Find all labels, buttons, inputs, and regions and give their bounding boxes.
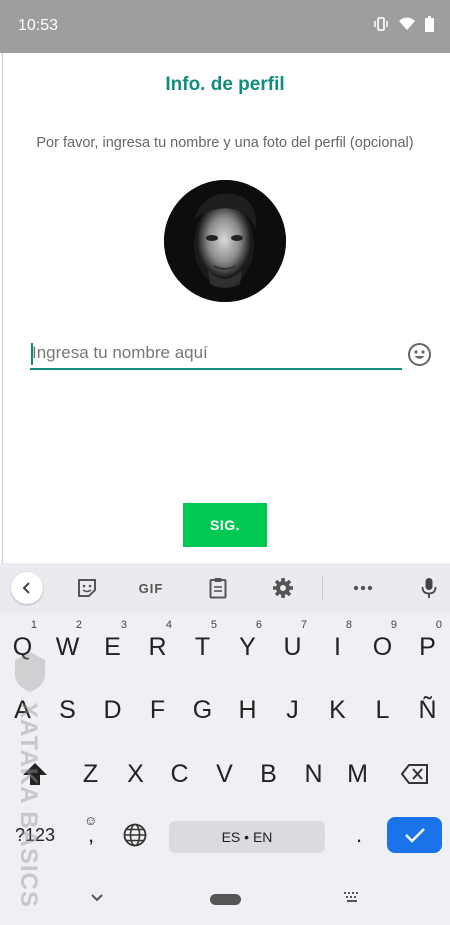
wifi-icon	[399, 17, 415, 36]
key-f[interactable]: F	[135, 680, 180, 740]
key-number: 4	[165, 619, 172, 631]
key-row-3: Z X C V B N M	[0, 744, 450, 804]
keyboard-back-button[interactable]	[11, 572, 43, 604]
clipboard-icon	[209, 578, 227, 599]
emoji-button[interactable]	[407, 342, 432, 367]
enter-key[interactable]	[387, 817, 442, 853]
battery-icon	[425, 16, 434, 37]
profile-photo-image	[164, 180, 286, 302]
key-row-1: Q1 W2 E3 R4 T5 Y6 U7 I8 O9 P0	[0, 617, 450, 677]
key-label: O	[372, 632, 393, 661]
chevron-down-icon	[91, 894, 103, 902]
key-number: 5	[210, 619, 217, 631]
key-b[interactable]: B	[246, 744, 291, 804]
page-title: Info. de perfil	[165, 74, 285, 95]
watermark-shield-icon	[15, 652, 45, 692]
period-key[interactable]: .	[340, 805, 378, 865]
globe-icon	[123, 823, 147, 847]
comma-key[interactable]: , ☺	[72, 805, 110, 865]
profile-photo[interactable]	[164, 180, 286, 302]
settings-icon	[273, 578, 293, 598]
gif-button[interactable]: GIF	[135, 573, 167, 603]
key-label: E	[104, 632, 121, 661]
status-time: 10:53	[18, 17, 59, 34]
key-y[interactable]: Y6	[225, 617, 270, 677]
sticker-icon	[78, 579, 96, 597]
key-n-tilde[interactable]: Ñ	[405, 680, 450, 740]
key-label: W	[55, 632, 80, 661]
nav-home-button[interactable]	[210, 894, 241, 905]
mic-button[interactable]	[418, 573, 440, 603]
nav-back-button[interactable]	[82, 883, 112, 913]
key-label: R	[148, 632, 167, 661]
vibrate-icon	[373, 17, 389, 36]
more-button[interactable]	[351, 573, 375, 603]
key-label: T	[194, 632, 211, 661]
space-key[interactable]: ES • EN	[169, 821, 325, 853]
emoji-icon	[408, 343, 431, 366]
key-label: I	[334, 632, 341, 661]
keyboard-toolbar: GIF	[0, 563, 450, 613]
keyboard: GIF Q1 W2 E3 R4 T5 Y6 U7 I8 O9 P 0 A S D…	[0, 563, 450, 925]
key-number: 3	[120, 619, 127, 631]
key-g[interactable]: G	[180, 680, 225, 740]
back-icon	[22, 582, 30, 594]
settings-button[interactable]	[271, 573, 295, 603]
key-n[interactable]: N	[291, 744, 336, 804]
key-j[interactable]: J	[270, 680, 315, 740]
keyboard-icon	[344, 892, 358, 902]
clipboard-button[interactable]	[206, 573, 230, 603]
key-v[interactable]: V	[202, 744, 247, 804]
key-number: 2	[75, 619, 82, 631]
key-l[interactable]: L	[360, 680, 405, 740]
keyboard-switch-button[interactable]	[337, 883, 367, 913]
key-z[interactable]: Z	[68, 744, 113, 804]
emoji-hint-icon: ☺	[84, 813, 98, 828]
key-number: 8	[345, 619, 352, 631]
key-r[interactable]: R4	[135, 617, 180, 677]
checkmark-icon	[404, 828, 425, 843]
status-icons	[373, 16, 434, 37]
next-button[interactable]: SIG.	[183, 503, 267, 547]
key-x[interactable]: X	[113, 744, 158, 804]
language-key[interactable]	[115, 805, 155, 865]
key-m[interactable]: M	[335, 744, 380, 804]
mic-icon	[421, 578, 437, 598]
key-c[interactable]: C	[157, 744, 202, 804]
key-t[interactable]: T5	[180, 617, 225, 677]
key-number: 7	[300, 619, 307, 631]
key-number: 6	[255, 619, 262, 631]
key-i[interactable]: I8	[315, 617, 360, 677]
watermark-text: XATAKA BASICS	[15, 702, 42, 908]
key-h[interactable]: H	[225, 680, 270, 740]
key-label: U	[283, 632, 302, 661]
status-bar: 10:53	[0, 0, 450, 53]
key-number: 9	[390, 619, 397, 631]
key-k[interactable]: K	[315, 680, 360, 740]
sticker-button[interactable]	[75, 573, 99, 603]
backspace-key[interactable]	[390, 744, 440, 804]
key-number: 0	[435, 619, 442, 631]
name-field-wrapper	[30, 338, 402, 370]
key-number: 1	[30, 619, 37, 631]
page-subtitle: Por favor, ingresa tu nombre y una foto …	[36, 135, 414, 151]
key-o[interactable]: O9	[360, 617, 405, 677]
key-p[interactable]: P0	[405, 617, 450, 677]
key-e[interactable]: E3	[90, 617, 135, 677]
app-screen: 10:53 Info. de perfil Por favor, ingresa…	[0, 0, 450, 925]
key-d[interactable]: D	[90, 680, 135, 740]
backspace-icon	[401, 764, 428, 784]
key-u[interactable]: U7	[270, 617, 315, 677]
key-label: P	[419, 632, 436, 661]
more-icon	[353, 585, 373, 591]
key-label: Y	[239, 632, 256, 661]
toolbar-divider	[322, 576, 323, 600]
key-row-2: A S D F G H J K L Ñ	[0, 680, 450, 740]
name-input[interactable]	[30, 338, 402, 368]
text-cursor	[31, 343, 33, 365]
